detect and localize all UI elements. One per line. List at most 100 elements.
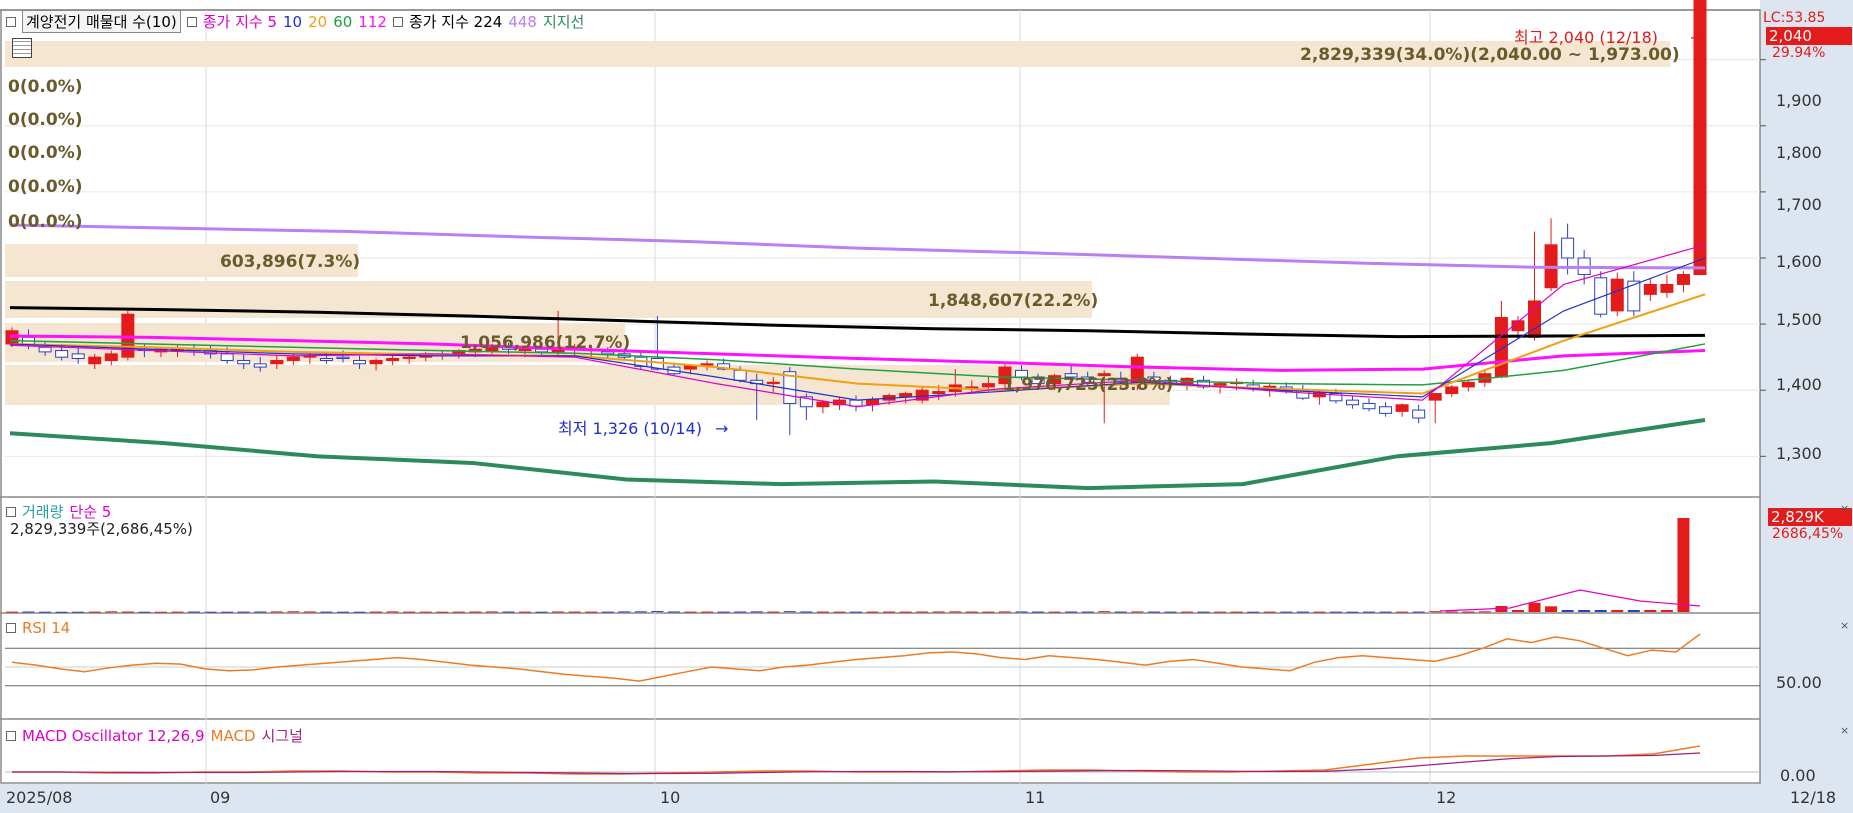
legend-ema20[interactable]: 20 [308,13,327,31]
volume-bar [287,611,300,613]
volume-bar [585,611,598,613]
volume-bar [1214,611,1227,613]
volume-bar [1379,611,1392,613]
legend-ema60[interactable]: 60 [333,13,352,31]
volume-bar [1114,611,1127,613]
candle-body [55,350,69,358]
close-icon[interactable]: × [1840,725,1849,736]
volume-bar [949,611,962,613]
candle-body [319,357,333,361]
legend-ema224[interactable]: 종가 지수 224 [409,11,502,32]
volume-bar [1363,611,1376,613]
legend-volume-profile[interactable]: 계양전기 매물대 수(10) [22,10,181,33]
volume-bar [899,611,912,613]
legend-ema112[interactable]: 112 [358,13,387,31]
candle-body [1428,393,1442,401]
volume-bar [1098,611,1111,613]
volume-bar [1263,611,1276,613]
volume-bar [1081,611,1094,613]
candle-body [981,383,995,388]
high-arrow-icon: → [1690,28,1704,47]
candle-body [38,346,52,353]
volume-bar [1280,611,1293,613]
candle-body [237,359,251,365]
macd-legend: MACD Oscillator 12,26,9 MACD 시그널 [6,725,303,746]
legend-ema10[interactable]: 10 [283,13,302,31]
volume-bar [1313,611,1326,613]
volume-bar [1164,611,1177,613]
volume-bar [121,611,134,613]
candle-body [1445,386,1459,395]
volume-bar [1230,611,1243,613]
volume-bar [883,611,896,613]
volume-bar [916,611,929,613]
volume-bar [204,611,217,613]
volume-bar [734,611,747,613]
volume-bar [469,611,482,613]
legend-support[interactable]: 지지선 [543,11,584,32]
profile-label-6: 0(0.0%) [8,212,83,232]
candle-body [899,393,913,398]
volume-bar [370,611,383,613]
volume-bar [237,611,250,613]
price-tick: 1,900 [1776,91,1822,110]
volume-bar [667,611,680,613]
volume-bar [353,611,366,613]
volume-bar [932,611,945,613]
volume-bar [436,611,449,613]
grid-icon[interactable] [12,38,32,58]
close-icon[interactable]: × [1840,620,1849,631]
volume-bar [1677,518,1690,612]
candle-body [816,401,830,408]
volume-bar [684,611,697,613]
volume-bar [72,611,85,613]
legend-volume-ma[interactable]: 단순 5 [69,501,111,522]
legend-signal[interactable]: 시그널 [262,725,303,746]
volume-bar [1197,611,1210,613]
background [0,0,1853,813]
volume-bar [535,611,548,613]
volume-bar [750,611,763,613]
candle-body [253,363,267,368]
volume-bar [1329,611,1342,613]
volume-bar [138,611,151,613]
volume-bar [1032,611,1045,613]
legend-volume[interactable]: 거래량 [22,501,63,522]
legend-ema5[interactable]: 종가 지수 5 [203,11,277,32]
volume-bar [767,611,780,613]
candle-body [104,353,118,361]
macd-zero-label: 0.00 [1780,766,1816,785]
legend-ema448[interactable]: 448 [508,13,537,31]
volume-bar [1594,610,1607,612]
legend-marker [186,16,197,27]
candle-body [1561,237,1575,259]
legend-macd-osc[interactable]: MACD Oscillator 12,26,9 [22,727,205,745]
price-tick: 1,600 [1776,252,1822,271]
volume-bar [1578,610,1591,612]
volume-bar [833,611,846,613]
volume-profile-bar [5,365,1170,405]
volume-bar [1545,606,1558,612]
close-icon[interactable]: × [1840,503,1849,514]
volume-bar [254,611,267,613]
volume-bar [634,611,647,613]
candle-body [1494,317,1508,378]
price-tick: 1,400 [1776,375,1822,394]
volume-bar [568,611,581,613]
volume-bar [502,611,515,613]
candle-body [1395,404,1409,412]
volume-bar [1396,611,1409,613]
volume-bar [452,611,465,613]
volume-bar [866,611,879,613]
bottom-axis-bg [0,784,1853,813]
volume-bar [552,611,565,613]
legend-marker [6,506,16,517]
volume-bar [1611,610,1624,612]
candle-body [1379,406,1393,414]
candle-body [1362,402,1376,410]
volume-percent: 2686,45% [1772,526,1844,542]
legend-rsi[interactable]: RSI 14 [22,619,70,637]
profile-label-7: 603,896(7.3%) [220,252,361,272]
profile-label-8: 1,848,607(22.2%) [928,291,1099,311]
legend-macd[interactable]: MACD [211,727,256,745]
